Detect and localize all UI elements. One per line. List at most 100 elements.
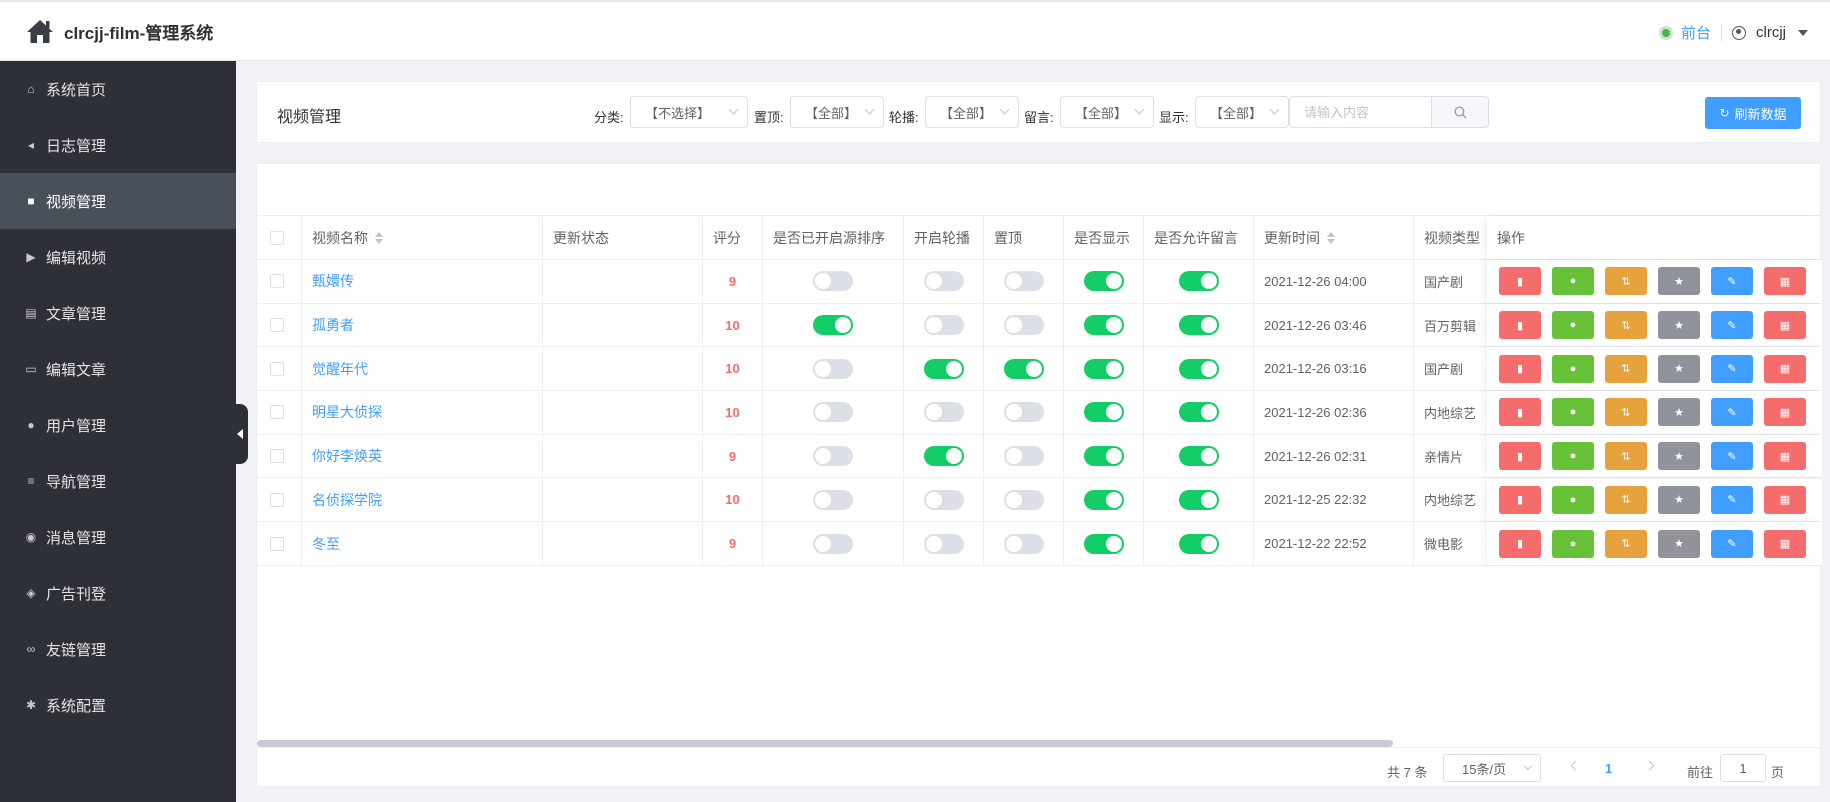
trash-button[interactable]: ▦ — [1764, 267, 1806, 296]
record-button[interactable]: ● — [1552, 354, 1594, 383]
sort-button[interactable]: ⇅ — [1605, 485, 1647, 514]
star-button[interactable]: ★ — [1658, 354, 1700, 383]
display-switch[interactable] — [1083, 358, 1124, 379]
trash-button[interactable]: ▦ — [1764, 311, 1806, 340]
display-switch[interactable] — [1083, 402, 1124, 423]
document-button[interactable]: ▮ — [1499, 398, 1541, 427]
allow-comment-switch[interactable] — [1178, 271, 1219, 292]
source-sort-switch[interactable] — [813, 358, 853, 379]
top-switch[interactable] — [1003, 533, 1044, 554]
page-size-select[interactable]: 15条/页 — [1443, 754, 1541, 782]
video-title-link[interactable]: 名侦探学院 — [312, 490, 382, 510]
sort-icon[interactable] — [375, 231, 383, 244]
document-button[interactable]: ▮ — [1499, 529, 1541, 558]
sidebar-item-home[interactable]: ⌂ 系统首页 — [0, 61, 236, 117]
row-checkbox[interactable] — [270, 536, 284, 551]
allow-comment-switch[interactable] — [1178, 315, 1219, 336]
video-title-link[interactable]: 甄嬛传 — [312, 271, 354, 291]
carousel-switch[interactable] — [923, 271, 964, 292]
allow-comment-switch[interactable] — [1178, 358, 1219, 379]
horizontal-scrollbar[interactable] — [257, 740, 1393, 747]
source-sort-switch[interactable] — [813, 271, 853, 292]
record-button[interactable]: ● — [1552, 442, 1594, 471]
column-header-update-time[interactable]: 更新时间 — [1254, 216, 1414, 259]
page-number-current[interactable]: 1 — [1605, 761, 1612, 776]
prev-page-button[interactable] — [1570, 760, 1581, 771]
document-button[interactable]: ▮ — [1499, 442, 1541, 471]
sort-button[interactable]: ⇅ — [1605, 311, 1647, 340]
document-button[interactable]: ▮ — [1499, 485, 1541, 514]
allow-comment-switch[interactable] — [1178, 402, 1219, 423]
sort-button[interactable]: ⇅ — [1605, 442, 1647, 471]
pencil-button[interactable]: ✎ — [1711, 267, 1753, 296]
sidebar-item-links[interactable]: ∞ 友链管理 — [0, 621, 236, 677]
record-button[interactable]: ● — [1552, 485, 1594, 514]
carousel-switch[interactable] — [923, 446, 964, 467]
sidebar-item-settings[interactable]: ✱ 系统配置 — [0, 677, 236, 733]
category-select[interactable]: 【不选择】 — [630, 96, 748, 128]
source-sort-switch[interactable] — [813, 489, 853, 510]
logo[interactable]: clrcjj-film-管理系统 — [26, 18, 213, 44]
sort-button[interactable]: ⇅ — [1605, 354, 1647, 383]
pencil-button[interactable]: ✎ — [1711, 442, 1753, 471]
display-switch[interactable] — [1083, 446, 1124, 467]
top-switch[interactable] — [1003, 402, 1044, 423]
display-switch[interactable] — [1083, 271, 1124, 292]
carousel-switch[interactable] — [923, 489, 964, 510]
document-button[interactable]: ▮ — [1499, 311, 1541, 340]
sort-button[interactable]: ⇅ — [1605, 398, 1647, 427]
document-button[interactable]: ▮ — [1499, 354, 1541, 383]
front-link[interactable]: 前台 — [1658, 22, 1711, 43]
video-title-link[interactable]: 明星大侦探 — [312, 402, 382, 422]
top-switch[interactable] — [1003, 489, 1044, 510]
source-sort-switch[interactable] — [813, 446, 853, 467]
carousel-select[interactable]: 【全部】 — [925, 96, 1019, 128]
sidebar-item-articles[interactable]: ▤ 文章管理 — [0, 285, 236, 341]
record-button[interactable]: ● — [1552, 529, 1594, 558]
trash-button[interactable]: ▦ — [1764, 529, 1806, 558]
star-button[interactable]: ★ — [1658, 267, 1700, 296]
allow-comment-switch[interactable] — [1178, 533, 1219, 554]
pencil-button[interactable]: ✎ — [1711, 398, 1753, 427]
source-sort-switch[interactable] — [813, 315, 853, 336]
source-sort-switch[interactable] — [813, 402, 853, 423]
sidebar-item-ads[interactable]: ◈ 广告刊登 — [0, 565, 236, 621]
display-switch[interactable] — [1083, 315, 1124, 336]
video-title-link[interactable]: 你好李焕英 — [312, 446, 382, 466]
star-button[interactable]: ★ — [1658, 311, 1700, 340]
comment-select[interactable]: 【全部】 — [1060, 96, 1154, 128]
source-sort-switch[interactable] — [813, 533, 853, 554]
sort-button[interactable]: ⇅ — [1605, 529, 1647, 558]
sidebar-item-navigation[interactable]: ≡ 导航管理 — [0, 453, 236, 509]
carousel-switch[interactable] — [923, 315, 964, 336]
trash-button[interactable]: ▦ — [1764, 354, 1806, 383]
record-button[interactable]: ● — [1552, 267, 1594, 296]
row-checkbox[interactable] — [270, 405, 284, 420]
record-button[interactable]: ● — [1552, 398, 1594, 427]
carousel-switch[interactable] — [923, 533, 964, 554]
top-switch[interactable] — [1003, 446, 1044, 467]
row-checkbox[interactable] — [270, 318, 284, 333]
display-switch[interactable] — [1083, 533, 1124, 554]
sidebar-collapse-toggle[interactable] — [232, 404, 248, 464]
goto-page-input[interactable] — [1720, 754, 1766, 782]
star-button[interactable]: ★ — [1658, 529, 1700, 558]
pencil-button[interactable]: ✎ — [1711, 311, 1753, 340]
carousel-switch[interactable] — [923, 358, 964, 379]
top-switch[interactable] — [1003, 315, 1044, 336]
search-button[interactable] — [1432, 96, 1489, 128]
top-select[interactable]: 【全部】 — [790, 96, 884, 128]
allow-comment-switch[interactable] — [1178, 446, 1219, 467]
column-header-name[interactable]: 视频名称 — [302, 216, 543, 259]
carousel-switch[interactable] — [923, 402, 964, 423]
trash-button[interactable]: ▦ — [1764, 442, 1806, 471]
sidebar-item-edit-video[interactable]: ▶ 编辑视频 — [0, 229, 236, 285]
trash-button[interactable]: ▦ — [1764, 398, 1806, 427]
video-title-link[interactable]: 冬至 — [312, 534, 340, 554]
next-page-button[interactable] — [1644, 760, 1655, 771]
refresh-button[interactable]: ↻ 刷新数据 — [1705, 97, 1801, 129]
pencil-button[interactable]: ✎ — [1711, 529, 1753, 558]
video-title-link[interactable]: 觉醒年代 — [312, 359, 368, 379]
sidebar-item-videos[interactable]: ■ 视频管理 — [0, 173, 236, 229]
select-all-checkbox[interactable] — [270, 230, 284, 245]
